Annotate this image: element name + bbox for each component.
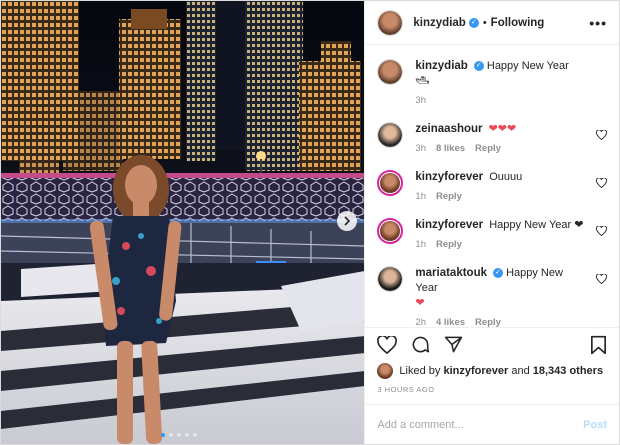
comment-username[interactable]: kinzyforever (415, 171, 483, 183)
carousel-dot (177, 433, 181, 437)
carousel-dot (161, 433, 165, 437)
comment-username[interactable]: kinzyforever (415, 219, 483, 231)
comment-likes[interactable]: 8 likes (436, 143, 465, 154)
photo-scene (1, 1, 365, 444)
comment-input[interactable] (377, 418, 584, 431)
list-item: mariataktouk ✓ Happy New Year ❤ 2h 4 like… (377, 266, 607, 327)
share-paper-plane-icon[interactable] (444, 335, 463, 354)
likes-middle: and (511, 365, 530, 377)
action-bar (365, 327, 619, 361)
heart-outline-icon[interactable] (596, 178, 607, 188)
comments-list: kinzydiab ✓ Happy New Year 🛥 3h zeinaasho… (365, 45, 619, 327)
comment-bubble-icon[interactable] (411, 335, 430, 354)
instagram-post-modal: kinzydiab ✓ • Following ••• kinzydiab ✓ H… (0, 0, 620, 445)
avatar[interactable] (377, 170, 404, 196)
add-comment-bar: Post (365, 404, 619, 444)
reply-button[interactable]: Reply (436, 191, 462, 202)
avatar[interactable] (377, 59, 404, 85)
list-item: kinzyforever Happy New Year ❤ 1h Reply (377, 218, 607, 250)
caption-time: 3h (415, 95, 426, 106)
more-options-icon[interactable]: ••• (589, 15, 607, 31)
comment-text: Happy New Year ❤ (489, 219, 584, 231)
reply-button[interactable]: Reply (475, 143, 501, 154)
likes-count-link[interactable]: 18,343 others (533, 365, 603, 377)
post-side-panel: kinzydiab ✓ • Following ••• kinzydiab ✓ H… (364, 1, 619, 444)
heart-emoji-icon: ❤ (415, 297, 425, 309)
comment-username[interactable]: zeinaashour (415, 123, 482, 135)
likes-prefix: Liked by (399, 365, 441, 377)
list-item: zeinaashour ❤❤❤ 3h 8 likes Reply (377, 122, 607, 154)
heart-outline-icon[interactable] (596, 130, 607, 140)
verified-badge-icon: ✓ (493, 268, 503, 279)
carousel-dot (169, 433, 173, 437)
comment-time: 3h (415, 143, 426, 154)
avatar[interactable] (377, 218, 404, 244)
boat-emoji-icon: 🛥 (415, 75, 430, 87)
chevron-right-icon (344, 216, 351, 226)
carousel-indicator (161, 433, 197, 437)
verified-badge-icon: ✓ (473, 61, 484, 72)
likes-summary: Liked by kinzyforever and 18,343 others (365, 361, 619, 381)
verified-badge-icon: ✓ (468, 17, 479, 28)
comment-likes[interactable]: 4 likes (436, 317, 465, 327)
header-username[interactable]: kinzydiab (413, 17, 465, 29)
avatar[interactable] (377, 9, 404, 36)
comment-time: 2h (415, 317, 426, 327)
post-photo[interactable] (1, 1, 365, 444)
avatar[interactable] (377, 122, 404, 148)
heart-outline-icon[interactable] (596, 226, 607, 236)
reply-button[interactable]: Reply (436, 239, 462, 250)
comment-time: 1h (415, 239, 426, 250)
carousel-dot (185, 433, 189, 437)
following-button[interactable]: Following (491, 17, 545, 29)
heart-outline-icon[interactable] (596, 274, 607, 284)
post-timestamp: 3 HOURS AGO (377, 385, 435, 394)
caption-username[interactable]: kinzydiab (415, 60, 467, 72)
post-comment-button[interactable]: Post (583, 419, 607, 431)
comment-text: ❤❤❤ (488, 123, 517, 135)
caption: kinzydiab ✓ Happy New Year 🛥 3h (377, 59, 607, 106)
avatar[interactable] (377, 363, 394, 379)
carousel-dot (193, 433, 197, 437)
caption-text: Happy New Year (486, 60, 569, 72)
carousel-next-button[interactable] (337, 211, 357, 231)
avatar[interactable] (377, 266, 404, 292)
comment-username[interactable]: mariataktouk (415, 267, 487, 279)
liked-by-user-link[interactable]: kinzyforever (443, 365, 508, 377)
bookmark-icon[interactable] (590, 335, 607, 355)
post-header: kinzydiab ✓ • Following ••• (365, 1, 619, 45)
list-item: kinzyforever Ouuuu 1h Reply (377, 170, 607, 202)
reply-button[interactable]: Reply (475, 317, 501, 327)
comment-time: 1h (415, 191, 426, 202)
like-heart-icon[interactable] (377, 335, 398, 354)
header-separator: • (482, 16, 487, 29)
comment-text: Ouuuu (489, 171, 523, 183)
